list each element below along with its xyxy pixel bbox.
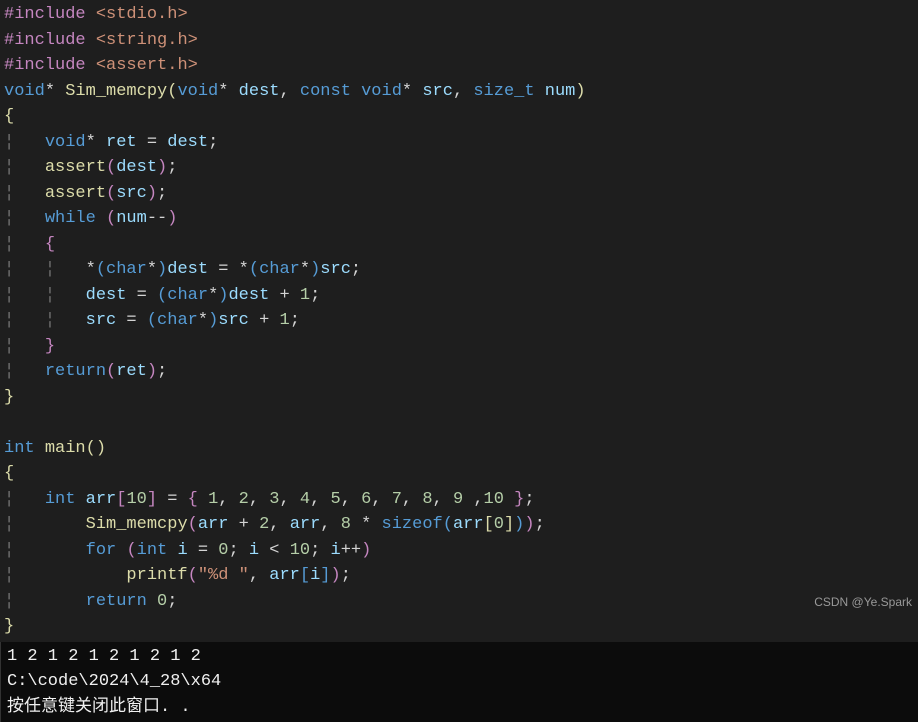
param-num: num	[545, 82, 576, 101]
watermark: CSDN @Ye.Spark	[814, 590, 912, 616]
param-src: src	[422, 82, 453, 101]
function-name: Sim_memcpy	[65, 82, 167, 101]
type-sizet: size_t	[473, 82, 534, 101]
var-arr: arr	[86, 490, 117, 509]
var-ret: ret	[106, 133, 137, 152]
terminal-output[interactable]: 1 2 1 2 1 2 1 2 1 2 C:\code\2024\4_28\x6…	[0, 642, 918, 722]
keyword-void: void	[4, 82, 45, 101]
assert-call: assert	[45, 158, 106, 177]
keyword-const: const	[300, 82, 351, 101]
keyword-int: int	[4, 439, 35, 458]
preprocessor: #include	[4, 5, 96, 24]
keyword-while: while	[45, 209, 96, 228]
header-file: <stdio.h>	[96, 5, 188, 24]
type-char: char	[106, 260, 147, 279]
keyword-return: return	[45, 362, 106, 381]
preprocessor: #include	[4, 31, 96, 50]
preprocessor: #include	[4, 56, 96, 75]
header-file: <assert.h>	[96, 56, 198, 75]
format-string: "%d "	[198, 566, 249, 585]
terminal-prompt: 按任意键关闭此窗口. .	[7, 698, 191, 717]
keyword-for: for	[86, 541, 117, 560]
code-editor[interactable]: #include <stdio.h> #include <string.h> #…	[0, 0, 620, 642]
header-file: <string.h>	[96, 31, 198, 50]
keyword-sizeof: sizeof	[382, 515, 443, 534]
function-main: main	[45, 439, 86, 458]
param-dest: dest	[239, 82, 280, 101]
var-i: i	[177, 541, 187, 560]
terminal-path: C:\code\2024\4_28\x64	[7, 672, 221, 691]
program-output: 1 2 1 2 1 2 1 2 1 2	[7, 647, 201, 666]
printf-call: printf	[126, 566, 187, 585]
